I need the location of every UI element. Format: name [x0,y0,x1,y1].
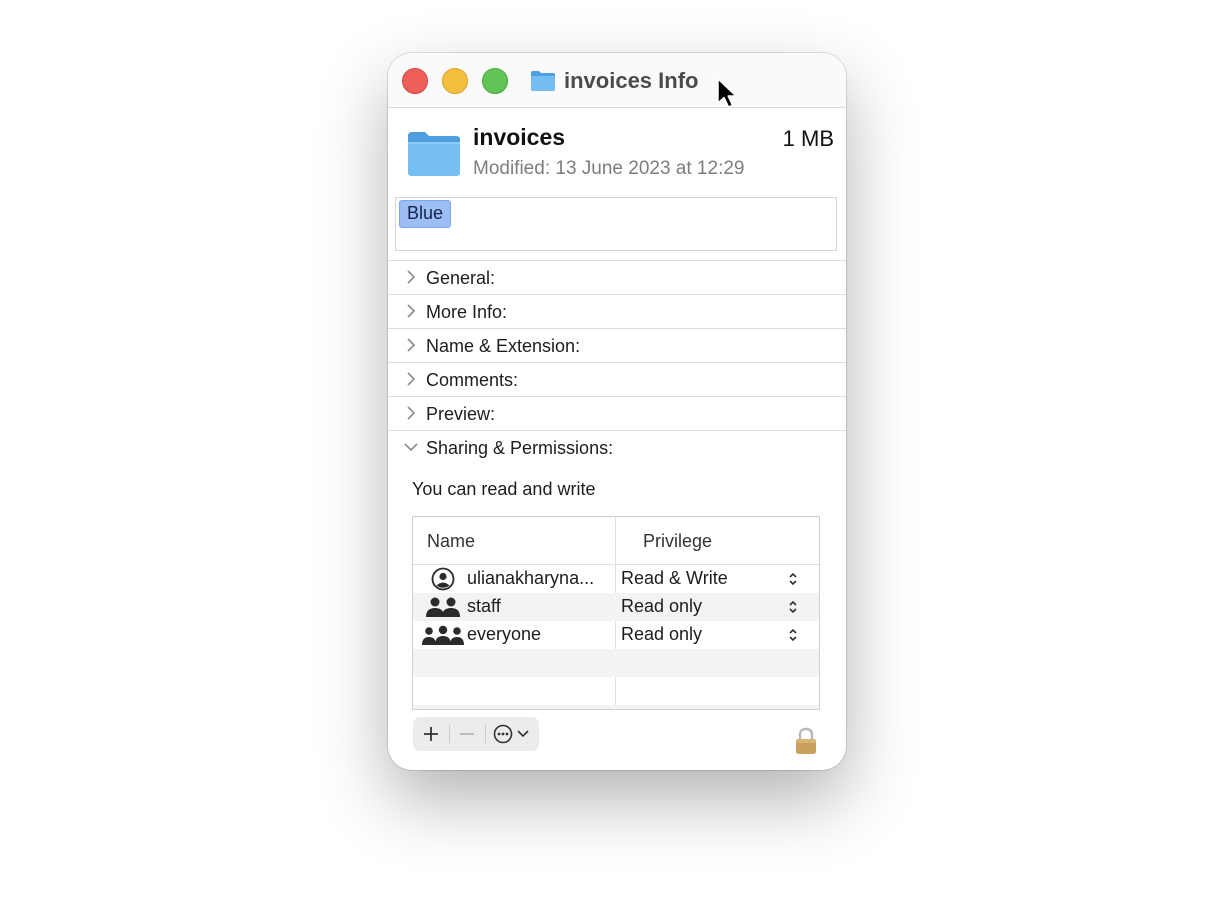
toolbar-separator [485,725,486,743]
table-row-empty [413,705,819,709]
section-label: Name & Extension: [426,336,581,356]
plus-icon [424,727,438,741]
chevron-updown-icon[interactable] [787,627,799,643]
remove-button[interactable] [455,717,479,751]
user-name: staff [467,596,501,616]
info-window: invoices Info invoices 1 MB Modified: 13… [388,53,846,770]
section-label: Preview: [426,404,496,424]
column-header-privilege[interactable]: Privilege [643,531,712,552]
info-sections: General: More Info: Name & Extension: Co… [388,260,846,464]
tag-blue[interactable]: Blue [399,200,452,228]
section-label: General: [426,268,496,288]
folder-icon [531,71,555,91]
zoom-button[interactable] [482,68,508,94]
window-title-group: invoices Info [530,67,698,95]
section-preview[interactable]: Preview: [388,396,846,430]
section-general[interactable]: General: [388,260,846,294]
section-label: More Info: [426,302,508,322]
permissions-toolbar [413,717,539,751]
table-row[interactable]: everyone Read only [413,621,819,649]
table-header: Name Privilege [413,517,819,565]
table-row[interactable]: staff Read only [413,593,819,621]
tags-field[interactable]: Blue [395,197,837,251]
chevron-right-icon [407,406,416,420]
close-button[interactable] [402,68,428,94]
section-sharing-permissions[interactable]: Sharing & Permissions: [388,430,846,464]
table-row[interactable]: ulianakharyna... Read & Write [413,565,819,593]
folder-icon [408,132,460,176]
action-menu-button[interactable] [491,717,535,751]
add-button[interactable] [419,717,443,751]
section-label: Sharing & Permissions: [426,438,614,458]
section-name-extension[interactable]: Name & Extension: [388,328,846,362]
chevron-right-icon [407,372,416,386]
file-size: 1 MB [782,126,834,151]
file-name: invoices [473,124,566,150]
user-icon [431,567,455,591]
section-label: Comments: [426,370,519,390]
title-bar[interactable]: invoices Info [388,53,846,108]
table-row-empty [413,649,819,677]
window-title: invoices Info [564,68,699,93]
chevron-down-icon [404,443,418,452]
user-name: ulianakharyna... [467,568,595,588]
privilege-value[interactable]: Read only [621,624,702,645]
modified-date: Modified: 13 June 2023 at 12:29 [473,158,745,179]
group-icon [426,597,460,617]
privilege-value[interactable]: Read & Write [621,568,728,589]
mouse-pointer-icon [717,78,737,108]
user-name: everyone [467,624,542,644]
table-row-empty [413,677,819,705]
chevron-updown-icon[interactable] [787,599,799,615]
section-comments[interactable]: Comments: [388,362,846,396]
toolbar-separator [449,725,450,743]
chevron-right-icon [407,338,416,352]
file-header: invoices 1 MB Modified: 13 June 2023 at … [388,108,846,194]
minus-icon [460,733,474,735]
lock-icon[interactable] [794,727,818,755]
chevron-updown-icon[interactable] [787,571,799,587]
chevron-right-icon [407,304,416,318]
privilege-value[interactable]: Read only [621,596,702,617]
everyone-icon [422,625,464,645]
ellipsis-circle-icon [493,724,529,744]
minimize-button[interactable] [442,68,468,94]
section-more-info[interactable]: More Info: [388,294,846,328]
chevron-right-icon [407,270,416,284]
permissions-table: Name Privilege ulianakharyna... Read & W… [412,516,820,710]
column-header-name[interactable]: Name [427,531,475,552]
permission-summary: You can read and write [412,479,596,499]
